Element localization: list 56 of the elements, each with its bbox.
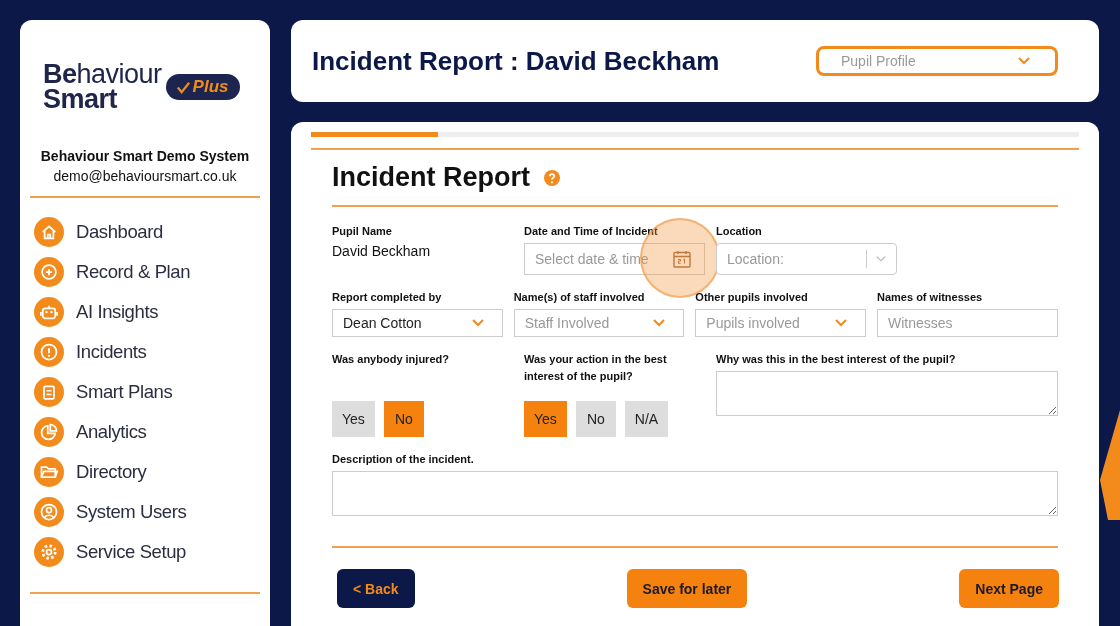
folder-icon bbox=[34, 457, 64, 487]
logo-text: Behaviour bbox=[43, 62, 162, 87]
clipboard-icon bbox=[34, 377, 64, 407]
chevron-down-icon bbox=[653, 319, 666, 327]
settings-icon bbox=[34, 537, 64, 567]
field-label: Description of the incident. bbox=[332, 452, 475, 467]
chevron-down-icon bbox=[1018, 57, 1030, 65]
action-button[interactable]: Save for later bbox=[626, 569, 748, 608]
chevron-down-icon bbox=[835, 319, 847, 327]
field-label: Report completed by bbox=[332, 290, 443, 305]
nav-item[interactable]: Analytics bbox=[34, 412, 260, 452]
field-label: Name(s) of staff involved bbox=[513, 290, 646, 305]
input-field[interactable]: Witnesses bbox=[877, 309, 1058, 337]
plus-badge: Plus bbox=[165, 74, 241, 100]
page-title: Incident Report : David Beckham bbox=[312, 45, 720, 77]
field-label: Why was this in the best interest of the pupil? bbox=[716, 352, 957, 367]
chevron-down-icon bbox=[876, 255, 886, 263]
nav-item[interactable]: Incidents bbox=[34, 332, 260, 372]
field-label: Pupil Name bbox=[332, 224, 393, 239]
user-icon bbox=[34, 497, 64, 527]
logo-text: Smart bbox=[43, 87, 119, 112]
nav-item[interactable]: Dashboard bbox=[34, 212, 260, 252]
home-icon bbox=[34, 217, 64, 247]
choice-button[interactable]: Yes bbox=[524, 401, 567, 437]
field-label: Names of witnesses bbox=[877, 290, 984, 305]
chevron-down-icon bbox=[471, 319, 484, 327]
field-label: Was your action in the best interest of the pupil? bbox=[524, 352, 668, 384]
nav-item[interactable]: Smart Plans bbox=[34, 372, 260, 412]
field-label: Location bbox=[716, 224, 763, 239]
text-area[interactable] bbox=[716, 371, 1058, 416]
field-value: David Beckham bbox=[332, 243, 432, 259]
email-address: demo@behavioursmart.co.uk bbox=[52, 168, 238, 184]
choice-button[interactable]: No bbox=[383, 401, 424, 437]
robot-icon bbox=[34, 297, 64, 327]
action-button[interactable]: Next Page bbox=[959, 569, 1059, 608]
field-label: Was anybody injured? bbox=[332, 352, 450, 367]
back-button[interactable]: < Back bbox=[337, 569, 415, 608]
select-field[interactable]: Dean Cotton bbox=[332, 309, 503, 337]
calendar-icon[interactable] bbox=[672, 249, 692, 269]
alert-icon bbox=[34, 337, 64, 367]
choice-button[interactable]: N/A bbox=[624, 401, 669, 437]
nav-item[interactable]: System Users bbox=[34, 492, 260, 532]
nav-item[interactable]: AI Insights bbox=[34, 292, 260, 332]
check-icon bbox=[175, 79, 191, 95]
nav-item[interactable]: Service Setup bbox=[34, 532, 260, 572]
field-label: Other pupils involved bbox=[695, 290, 809, 305]
choice-button[interactable]: No bbox=[575, 401, 616, 437]
nav-item[interactable]: Directory bbox=[34, 452, 260, 492]
plus-circle-icon bbox=[34, 257, 64, 287]
organisation-name: Behaviour Smart Demo System bbox=[39, 148, 251, 164]
choice-button[interactable]: Yes bbox=[332, 401, 375, 437]
form-title: Incident Report bbox=[332, 162, 530, 193]
help-icon[interactable] bbox=[544, 169, 560, 186]
nav-item[interactable]: Record & Plan bbox=[34, 252, 260, 292]
text-area[interactable] bbox=[332, 471, 1058, 516]
pie-chart-icon bbox=[34, 417, 64, 447]
